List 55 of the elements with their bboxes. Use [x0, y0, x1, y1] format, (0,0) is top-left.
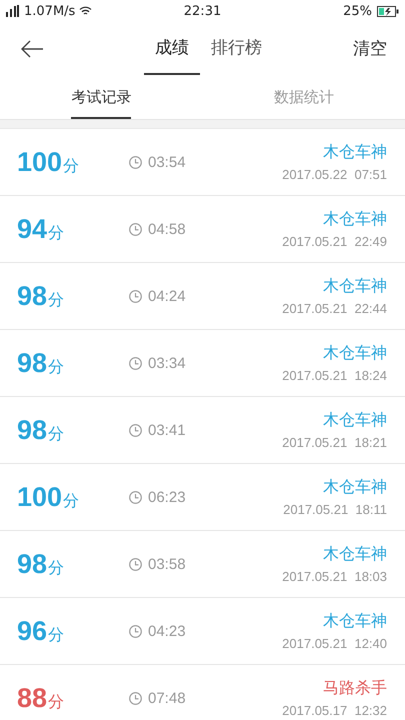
clock-icon: [129, 490, 142, 504]
score: 100分: [17, 146, 80, 178]
score: 100分: [17, 482, 80, 512]
record-date: 2017.05.17 12:32: [282, 703, 387, 718]
duration: 03:58: [148, 556, 186, 572]
duration: 07:48: [148, 690, 186, 706]
record-date: 2017.05.21 22:49: [282, 234, 387, 249]
clock-icon: [129, 222, 142, 236]
rank-title: 木仓车神: [323, 142, 387, 163]
rank-title: 木仓车神: [323, 343, 387, 364]
clock-icon: [129, 424, 142, 436]
wifi-icon: [79, 6, 92, 16]
duration: 04:58: [148, 220, 186, 238]
score: 98分: [17, 548, 66, 580]
score: 98分: [17, 348, 66, 378]
clock-icon: [129, 558, 142, 570]
battery-charging-icon: [377, 6, 399, 16]
clock-icon: [129, 692, 142, 704]
rank-title: 木仓车神: [323, 209, 387, 230]
duration: 04:23: [148, 622, 186, 640]
clock-icon: [129, 356, 142, 370]
clear-button[interactable]: 清空: [353, 22, 387, 75]
duration: 03:54: [148, 154, 186, 170]
clock-icon: [129, 156, 142, 168]
record-date: 2017.05.21 18:11: [283, 502, 387, 517]
score: 98分: [17, 280, 66, 312]
record-date: 2017.05.21 22:44: [282, 301, 387, 316]
nav-tab[interactable]: 排行榜: [200, 22, 273, 75]
rank-title: 马路杀手: [323, 678, 387, 699]
record-date: 2017.05.21 18:21: [282, 435, 387, 450]
signal-icon: [6, 5, 20, 17]
duration: 03:34: [148, 354, 186, 372]
duration: 03:41: [148, 422, 186, 438]
nav-tab[interactable]: 成绩: [144, 22, 200, 75]
rank-title: 木仓车神: [323, 611, 387, 632]
rank-title: 木仓车神: [323, 544, 387, 565]
rank-title: 木仓车神: [323, 276, 387, 297]
record-date: 2017.05.21 18:03: [282, 569, 387, 584]
clock-icon: [129, 290, 142, 302]
score: 96分: [17, 616, 66, 646]
network-speed: 1.07M/s: [24, 4, 76, 18]
record-date: 2017.05.21 12:40: [282, 636, 387, 651]
rank-title: 木仓车神: [323, 477, 387, 498]
rank-title: 木仓车神: [323, 410, 387, 431]
battery-percent: 25%: [343, 4, 372, 18]
record-date: 2017.05.21 18:24: [282, 368, 387, 383]
duration: 06:23: [148, 488, 186, 506]
duration: 04:24: [148, 288, 186, 304]
clock-time: 22:31: [184, 4, 222, 18]
score: 88分: [17, 682, 66, 714]
score: 98分: [17, 414, 66, 446]
record-date: 2017.05.22 07:51: [282, 167, 387, 182]
back-arrow-icon: [20, 40, 44, 58]
score: 94分: [17, 214, 66, 244]
clock-icon: [129, 624, 142, 638]
